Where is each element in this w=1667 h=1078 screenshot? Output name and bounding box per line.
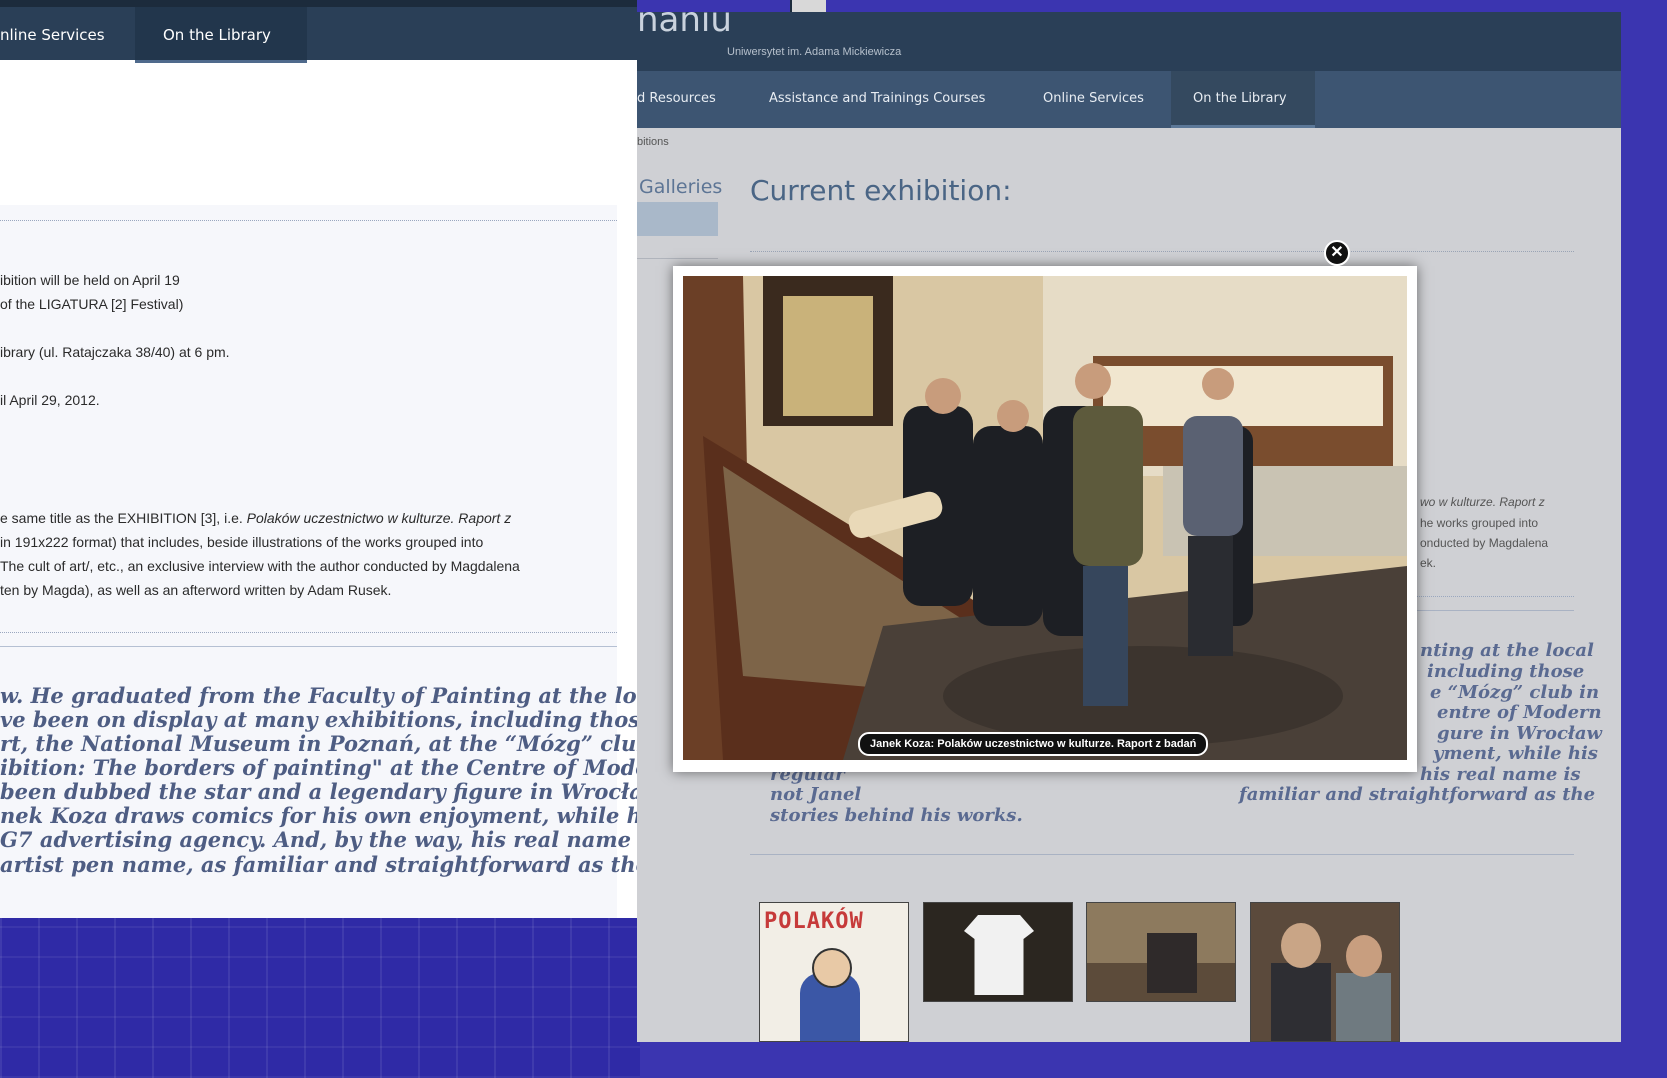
book-line: The cult of art/, etc., an exclusive int… bbox=[0, 558, 520, 574]
thumbnail-portrait[interactable] bbox=[1250, 902, 1400, 1042]
nav-active-tab[interactable]: On the Library bbox=[135, 7, 307, 63]
site-title: naniu bbox=[637, 12, 732, 40]
side-text: onducted by Magdalena bbox=[1420, 536, 1549, 550]
divider bbox=[0, 632, 617, 633]
site-header: naniu Uniwersytet im. Adama Mickiewicza bbox=[637, 12, 1621, 71]
bio-fragment: not Janel bbox=[770, 784, 862, 805]
thumbnail-poster[interactable]: POLAKÓW bbox=[759, 902, 909, 1042]
divider bbox=[637, 258, 718, 259]
lightbox-close-button[interactable]: ✕ bbox=[1324, 240, 1350, 266]
portrait-head-2 bbox=[1346, 935, 1382, 977]
window-edge-scrollbar[interactable] bbox=[790, 0, 826, 12]
right-nav-bar: d Resources Assistance and Trainings Cou… bbox=[637, 71, 1621, 128]
bio-line: been dubbed the star and a legendary fig… bbox=[0, 779, 637, 804]
tshirt-shape bbox=[964, 915, 1034, 995]
side-text: wo w kulturze. Raport z bbox=[1420, 495, 1545, 509]
poster-figure-head bbox=[812, 948, 852, 988]
bio-line: G7 advertising agency. And, by the way, … bbox=[0, 827, 637, 852]
page-title: Current exhibition: bbox=[750, 174, 1012, 207]
nav-active-tab[interactable]: On the Library bbox=[1171, 71, 1315, 128]
breadcrumb[interactable]: bitions bbox=[637, 136, 669, 148]
event-line: ibition will be held on April 19 bbox=[0, 272, 180, 288]
side-text: ek. bbox=[1420, 556, 1437, 570]
bio-line: rt, the National Museum in Poznań, at th… bbox=[0, 731, 637, 756]
event-line: ibrary (ul. Ratajczaka 38/40) at 6 pm. bbox=[0, 344, 230, 360]
bio-fragment: yment, while his bbox=[1433, 743, 1598, 764]
sidebar-item-active[interactable] bbox=[637, 202, 718, 236]
left-nav-bar: nline Services On the Library bbox=[0, 0, 637, 63]
bio-fragment: entre of Modern bbox=[1437, 702, 1602, 723]
lightbox-modal bbox=[673, 266, 1417, 772]
book-line: ten by Magda), as well as an afterword w… bbox=[0, 582, 392, 598]
bio-fragment: stories behind his works. bbox=[770, 805, 1023, 826]
book-title-italic: Polaków uczestnictwo w kulturze. Raport … bbox=[246, 510, 512, 526]
nav-assistance-trainings[interactable]: Assistance and Trainings Courses bbox=[769, 91, 985, 106]
bio-fragment: familiar and straightforward as the bbox=[1239, 784, 1596, 805]
thumbnail-gallery[interactable] bbox=[1086, 902, 1236, 1002]
left-content-area: ibition will be held on April 19 of the … bbox=[0, 205, 637, 918]
right-browser-window: naniu Uniwersytet im. Adama Mickiewicza … bbox=[637, 12, 1621, 1042]
nav-online-services[interactable]: Online Services bbox=[1043, 91, 1144, 106]
bio-line: nek Koza draws comics for his own enjoym… bbox=[0, 803, 637, 828]
background-pattern bbox=[0, 918, 640, 1078]
divider bbox=[0, 646, 617, 647]
side-text: he works grouped into bbox=[1420, 516, 1539, 530]
bio-line: ve been on display at many exhibitions, … bbox=[0, 707, 637, 732]
nav-on-the-library[interactable]: On the Library bbox=[163, 26, 271, 44]
nav-on-the-library[interactable]: On the Library bbox=[1193, 91, 1287, 106]
portrait-head-1 bbox=[1281, 923, 1321, 968]
site-subtitle: Uniwersytet im. Adama Mickiewicza bbox=[727, 46, 902, 58]
bio-fragment: nting at the local bbox=[1420, 640, 1594, 661]
bio-line: artist pen name, as familiar and straigh… bbox=[0, 852, 637, 877]
lightbox-caption: Janek Koza: Polaków uczestnictwo w kultu… bbox=[858, 732, 1209, 756]
event-line: il April 29, 2012. bbox=[0, 392, 100, 408]
left-browser-window: nline Services On the Library ibition wi… bbox=[0, 0, 637, 918]
bio-line: w. He graduated from the Faculty of Pain… bbox=[0, 683, 637, 708]
portrait-person-2 bbox=[1336, 973, 1391, 1041]
nav-online-services[interactable]: nline Services bbox=[0, 26, 105, 44]
bio-line: ibition: The borders of painting" at the… bbox=[0, 755, 637, 780]
thumbnail-tshirt[interactable] bbox=[923, 902, 1073, 1002]
bio-fragment: e “Mózg” club in bbox=[1430, 682, 1600, 703]
nav-resources[interactable]: d Resources bbox=[637, 91, 716, 106]
bio-fragment: his real name is bbox=[1420, 764, 1581, 785]
thumbnail-poster-text: POLAKÓW bbox=[764, 909, 864, 934]
gallery-people bbox=[1147, 933, 1197, 993]
bio-fragment: including those bbox=[1427, 661, 1585, 682]
book-line-text: e same title as the EXHIBITION [3], i.e. bbox=[0, 510, 247, 526]
portrait-person-1 bbox=[1271, 963, 1331, 1041]
bio-fragment: gure in Wrocław bbox=[1437, 723, 1603, 744]
book-line: in 191x222 format) that includes, beside… bbox=[0, 534, 484, 550]
lightbox-photo bbox=[683, 276, 1407, 760]
divider bbox=[750, 854, 1574, 855]
exhibition-photo-illustration bbox=[683, 276, 1407, 760]
sidebar-heading: Galleries bbox=[639, 176, 723, 198]
book-line: e same title as the EXHIBITION [3], i.e.… bbox=[0, 510, 511, 526]
divider bbox=[750, 251, 1574, 252]
divider bbox=[0, 220, 617, 221]
event-line: of the LIGATURA [2] Festival) bbox=[0, 296, 184, 312]
